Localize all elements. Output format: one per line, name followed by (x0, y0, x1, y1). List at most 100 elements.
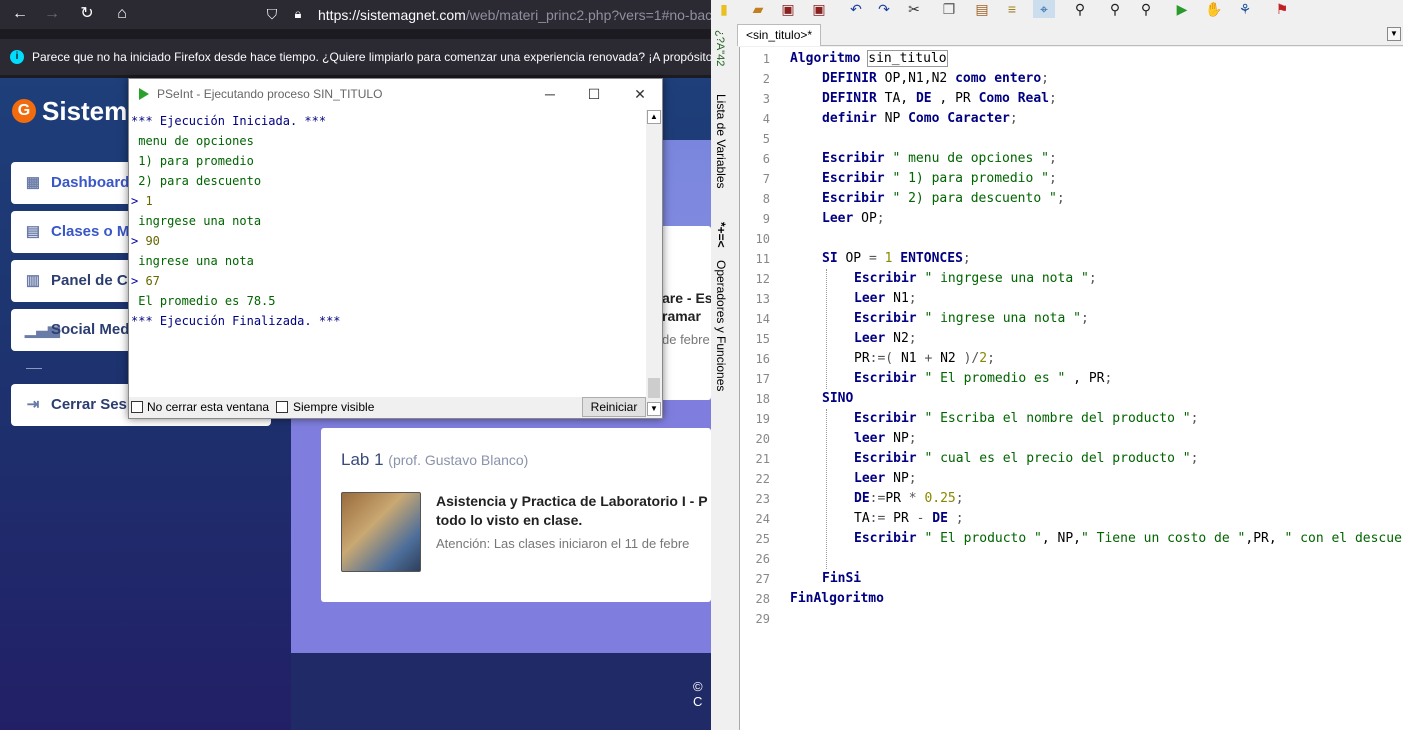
console-output[interactable]: *** Ejecución Iniciada. *** menu de opci… (131, 111, 645, 397)
tab-sin-titulo[interactable]: <sin_titulo>* (737, 24, 822, 46)
save-icon[interactable]: ▣ (777, 0, 799, 18)
code-line[interactable]: 23 DE:=PR * 0.25; (740, 489, 1403, 509)
lab-card[interactable]: Lab 1 (prof. Gustavo Blanco) Asistencia … (321, 428, 711, 602)
code-token: ; (1088, 271, 1097, 286)
code-line[interactable]: 8 Escribir " 2) para descuento "; (740, 189, 1403, 209)
code-token: DEFINIR (822, 71, 885, 86)
line-number: 13 (755, 292, 770, 306)
code-line[interactable]: 20 leer NP; (740, 429, 1403, 449)
line-number: 27 (755, 572, 770, 586)
console-line: ingrese una nota (131, 254, 254, 268)
find-icon[interactable]: ⚲ (1069, 0, 1091, 18)
operators-panel-tab[interactable]: Operadores y Funciones (714, 260, 728, 391)
copy-icon[interactable]: ❐ (938, 0, 960, 18)
always-visible-checkbox[interactable] (276, 401, 288, 413)
url-bar[interactable]: https://sistemagnet.com/web/materi_princ… (318, 7, 711, 23)
lock-icon[interactable]: 🔒︎ (288, 4, 308, 24)
undo-icon[interactable]: ↶ (845, 0, 867, 18)
lab-thumbnail[interactable] (341, 492, 421, 572)
lab-description[interactable]: Asistencia y Practica de Laboratorio I -… (436, 492, 708, 530)
cut-icon[interactable]: ✂ (903, 0, 925, 18)
step-icon[interactable]: ✋ (1203, 0, 1225, 18)
code-token: ; (908, 471, 917, 486)
code-line[interactable]: 4 definir NP Como Caracter; (740, 109, 1403, 129)
chevron-down-icon[interactable]: ▼ (1387, 27, 1401, 41)
code-token: FinSi (822, 571, 862, 586)
lab-note: Atención: Las clases iniciaron el 11 de … (436, 536, 690, 551)
code-line[interactable]: 16 PR:=( N1 + N2 )/2; (740, 349, 1403, 369)
code-line[interactable]: 19 Escribir " Escriba el nombre del produ… (740, 409, 1403, 429)
code-editor[interactable]: 1 Algoritmo sin_titulo 2 DEFINIR OP,N1,N2 c… (739, 47, 1403, 730)
code-line[interactable]: 7 Escribir " 1) para promedio "; (740, 169, 1403, 189)
maximize-icon[interactable]: ☐ (571, 79, 617, 109)
code-line[interactable]: 6 Escribir " menu de opciones "; (740, 149, 1403, 169)
find-next-icon[interactable]: ⚲ (1135, 0, 1157, 18)
side-mid-glyphs[interactable]: *+=< (714, 222, 728, 248)
code-line[interactable]: 24 TA:= PR - DE ; (740, 509, 1403, 529)
code-token: ENTONCES (900, 251, 963, 266)
paste-icon[interactable]: ▤ (971, 0, 993, 18)
screen: ← → ↻ ⌂ ⛉ 🔒︎ https://sistemagnet.com/web… (0, 0, 1403, 730)
new-file-icon[interactable]: ▮ (713, 0, 735, 18)
run-icon[interactable]: ▶ (1171, 0, 1193, 18)
no-close-checkbox[interactable] (131, 401, 143, 413)
code-line[interactable]: 3 DEFINIR TA, DE , PR Como Real; (740, 89, 1403, 109)
code-line[interactable]: 14 Escribir " ingrese una nota "; (740, 309, 1403, 329)
code-line[interactable]: 22 Leer NP; (740, 469, 1403, 489)
variables-panel-tab[interactable]: Lista de Variables (714, 94, 728, 189)
scroll-thumb[interactable] (648, 378, 660, 398)
code-line[interactable]: 11 SI OP = 1 ENTONCES; (740, 249, 1403, 269)
back-icon[interactable]: ← (10, 4, 30, 24)
indent-icon[interactable]: ≡ (1001, 0, 1023, 18)
code-line[interactable]: 21 Escribir " cual es el precio del produ… (740, 449, 1403, 469)
save-as-icon[interactable]: ▣ (808, 0, 830, 18)
code-token: ; (987, 351, 995, 366)
open-folder-icon[interactable]: ▰ (747, 0, 769, 18)
pseint-editor: ▮ ▰ ▣ ▣ ↶ ↷ ✂ ❐ ▤ ≡ ⌖ ⚲ ⚲ ⚲ ▶ ✋ ⚘ ⚑ ¿?A"… (711, 0, 1403, 730)
code-line[interactable]: 15 Leer N2; (740, 329, 1403, 349)
find-prev-icon[interactable]: ⚲ (1104, 0, 1126, 18)
code-line[interactable]: 5 (740, 129, 1403, 149)
play-icon (139, 88, 149, 100)
close-icon[interactable]: ✕ (617, 79, 663, 109)
code-token: Algoritmo (790, 51, 869, 66)
code-line[interactable]: 28 FinAlgoritmo (740, 589, 1403, 609)
side-top-glyphs[interactable]: ¿?A"42 (714, 30, 726, 66)
restart-button[interactable]: Reiniciar (582, 397, 646, 417)
forward-icon[interactable]: → (42, 4, 62, 24)
code-line[interactable]: 27 FinSi (740, 569, 1403, 589)
code-line[interactable]: 12 Escribir " ingrgese una nota "; (740, 269, 1403, 289)
run-window-titlebar[interactable]: PSeInt - Ejecutando proceso SIN_TITULO ─… (129, 79, 662, 109)
code-line[interactable]: 10 (740, 229, 1403, 249)
console-scrollbar[interactable]: ▲ ▼ (646, 110, 662, 418)
code-token: " con el descuento de (1284, 531, 1403, 546)
code-line[interactable]: 13 Leer N1; (740, 289, 1403, 309)
code-line[interactable]: 9 Leer OP; (740, 209, 1403, 229)
home-icon[interactable]: ⌂ (112, 4, 132, 24)
code-line[interactable]: 2 DEFINIR OP,N1,N2 como entero; (740, 69, 1403, 89)
line-number: 5 (762, 132, 770, 146)
code-token: ; (1104, 371, 1113, 386)
site-logo[interactable]: G Sistem (12, 96, 127, 127)
reload-icon[interactable]: ↻ (77, 4, 97, 24)
line-number: 19 (755, 412, 770, 426)
help-icon[interactable]: ⚑ (1271, 0, 1293, 18)
notice-text: Parece que no ha iniciado Firefox desde … (32, 50, 711, 64)
redo-icon[interactable]: ↷ (873, 0, 895, 18)
code-line[interactable]: 26 (740, 549, 1403, 569)
scroll-down-icon[interactable]: ▼ (647, 402, 661, 416)
comment-icon[interactable]: ⌖ (1033, 0, 1055, 18)
minimize-icon[interactable]: ─ (527, 79, 573, 109)
scroll-up-icon[interactable]: ▲ (647, 110, 661, 124)
code-token: Como Real (978, 91, 1050, 106)
flowchart-icon[interactable]: ⚘ (1234, 0, 1256, 18)
shield-icon[interactable]: ⛉ (262, 4, 282, 24)
code-line[interactable]: 17 Escribir " El promedio es " , PR; (740, 369, 1403, 389)
code-line[interactable]: 1 Algoritmo sin_titulo (740, 49, 1403, 69)
code-line[interactable]: 25 Escribir " El producto ", NP," Tiene u… (740, 529, 1403, 549)
code-token: sin_titulo (867, 50, 948, 67)
code-line[interactable]: 29 (740, 609, 1403, 629)
code-line[interactable]: 18 SINO (740, 389, 1403, 409)
code-token: ; (908, 431, 917, 446)
console-line: ingrgese una nota (131, 214, 262, 228)
